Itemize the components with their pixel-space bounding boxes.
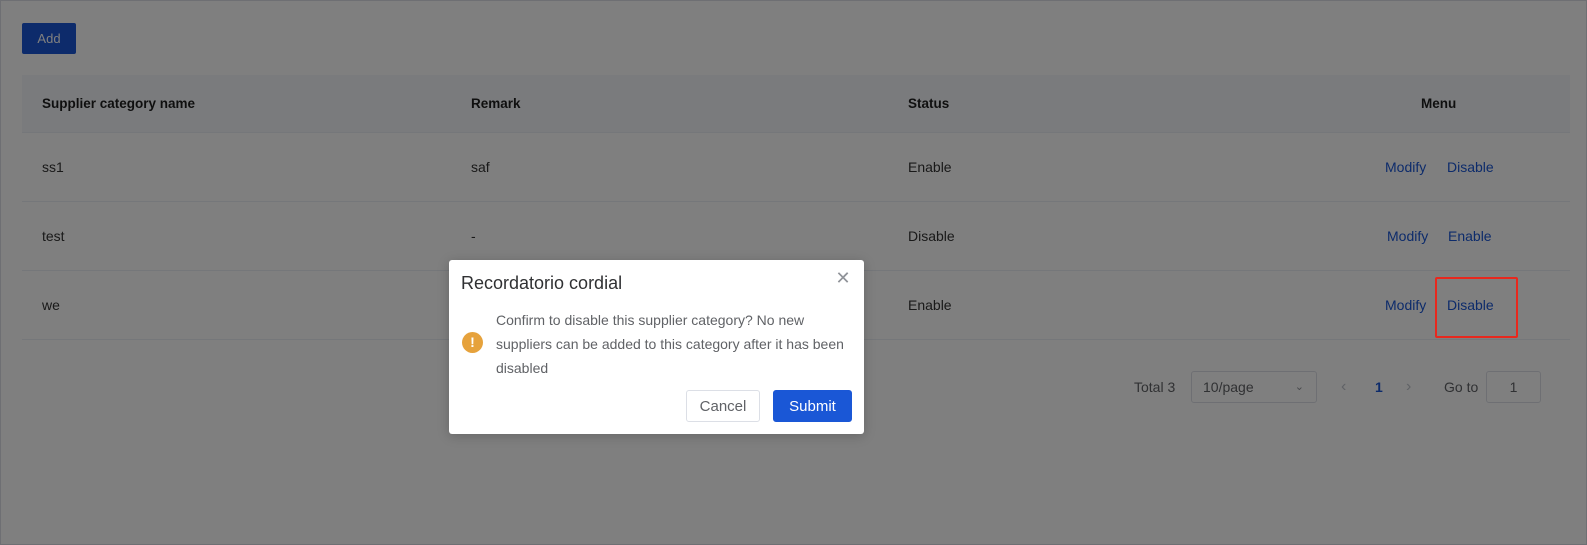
confirm-dialog: Recordatorio cordial ✕ ! Confirm to disa… (449, 260, 864, 434)
dialog-title: Recordatorio cordial (461, 273, 623, 293)
cancel-button[interactable]: Cancel (686, 390, 760, 422)
dialog-message: Confirm to disable this supplier categor… (496, 312, 844, 376)
warning-icon: ! (462, 332, 483, 353)
close-icon[interactable]: ✕ (833, 268, 853, 288)
highlight-box (1435, 277, 1518, 338)
submit-button[interactable]: Submit (773, 390, 852, 422)
